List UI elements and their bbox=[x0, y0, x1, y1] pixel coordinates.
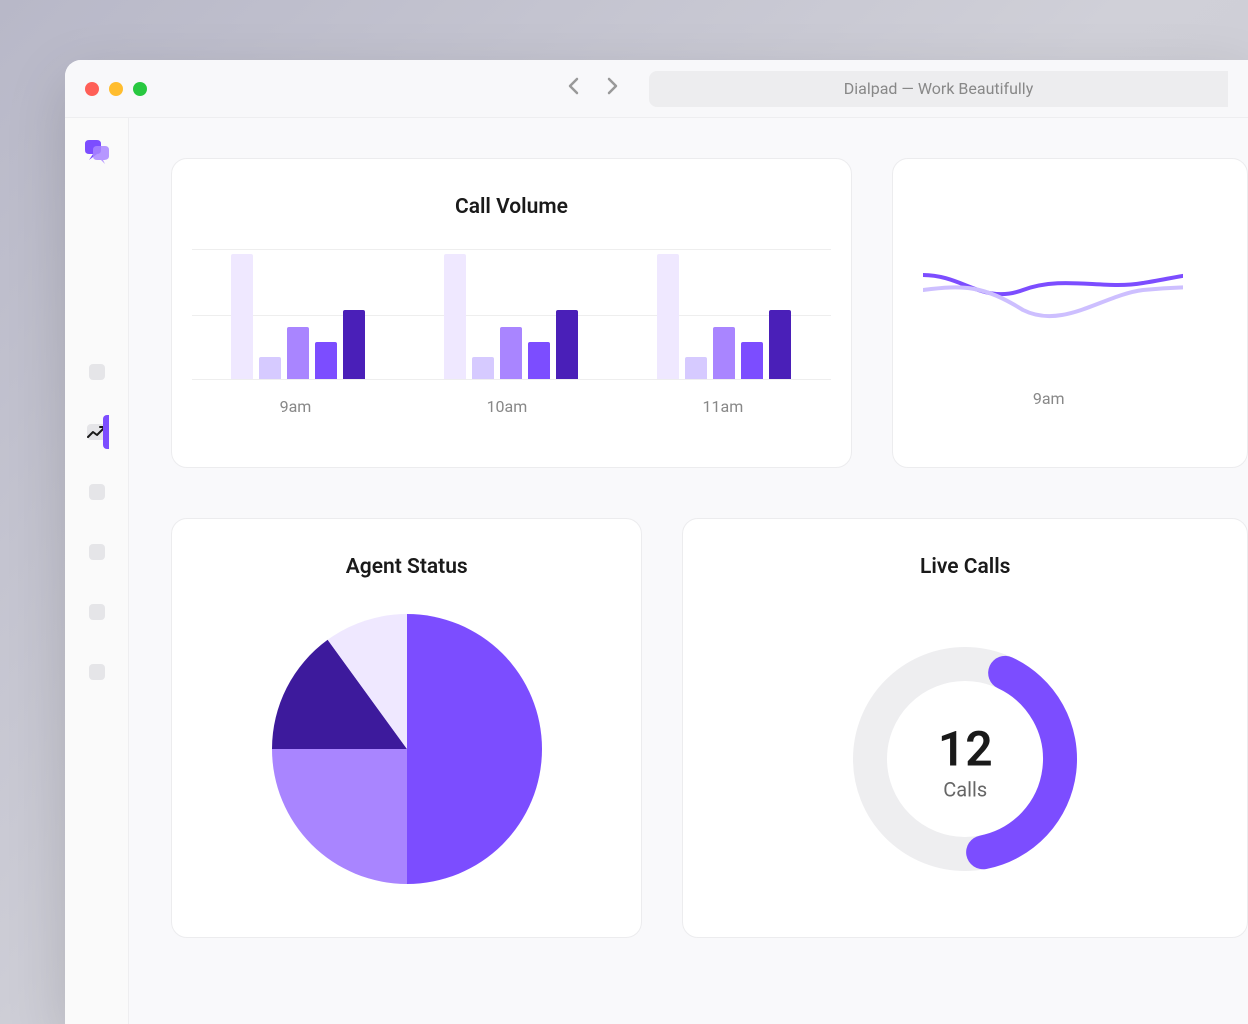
bar-category-label: 9am bbox=[280, 397, 312, 416]
sidebar-item-analytics[interactable] bbox=[87, 424, 107, 440]
agent-status-chart bbox=[182, 609, 631, 889]
sidebar-item-6[interactable] bbox=[89, 664, 105, 680]
bar bbox=[713, 327, 735, 380]
bar-category-label: 10am bbox=[487, 397, 528, 416]
chevron-left-icon bbox=[567, 77, 579, 95]
call-volume-title: Call Volume bbox=[182, 195, 841, 219]
live-calls-card: Live Calls 12 Calls bbox=[682, 518, 1248, 938]
line-chart bbox=[923, 235, 1183, 355]
agent-status-title: Agent Status bbox=[182, 555, 631, 579]
bar bbox=[500, 327, 522, 380]
app-logo[interactable] bbox=[83, 136, 111, 164]
bar bbox=[287, 327, 309, 380]
tab-title: Dialpad — Work Beautifully bbox=[844, 79, 1034, 98]
forward-button[interactable] bbox=[607, 77, 619, 100]
traffic-lights bbox=[85, 82, 147, 96]
bar bbox=[528, 342, 550, 380]
bar bbox=[556, 310, 578, 379]
active-indicator bbox=[103, 415, 109, 449]
minimize-window-button[interactable] bbox=[109, 82, 123, 96]
live-calls-title: Live Calls bbox=[920, 555, 1010, 579]
main-content: Call Volume 9am 10am 11am 9am bbox=[129, 118, 1248, 1024]
donut-arc bbox=[983, 673, 1060, 852]
sidebar-item-3[interactable] bbox=[89, 484, 105, 500]
bar-group bbox=[444, 254, 578, 379]
tab-bar[interactable]: Dialpad — Work Beautifully bbox=[649, 71, 1228, 107]
top-row: Call Volume 9am 10am 11am 9am bbox=[171, 158, 1248, 468]
bar bbox=[685, 357, 707, 380]
live-calls-value: 12 bbox=[938, 721, 993, 778]
dialpad-logo-icon bbox=[83, 136, 111, 164]
bar bbox=[741, 342, 763, 380]
close-window-button[interactable] bbox=[85, 82, 99, 96]
app-window: Dialpad — Work Beautifully bbox=[65, 60, 1248, 1024]
bar bbox=[315, 342, 337, 380]
line-chart-label: 9am bbox=[923, 389, 1247, 408]
bar bbox=[444, 254, 466, 379]
bar bbox=[231, 254, 253, 379]
bar bbox=[769, 310, 791, 379]
sidebar bbox=[65, 118, 129, 1024]
chevron-right-icon bbox=[607, 77, 619, 95]
bottom-row: Agent Status Live Calls 12 Calls bbox=[171, 468, 1248, 938]
nav-arrows bbox=[567, 77, 619, 100]
pie-slice-busy bbox=[272, 749, 407, 884]
sidebar-item-4[interactable] bbox=[89, 544, 105, 560]
titlebar: Dialpad — Work Beautifully bbox=[65, 60, 1248, 118]
bar bbox=[343, 310, 365, 379]
line-trend-card: 9am bbox=[892, 158, 1248, 468]
bar bbox=[472, 357, 494, 380]
sidebar-nav bbox=[87, 364, 107, 680]
agent-status-card: Agent Status bbox=[171, 518, 642, 938]
sidebar-item-5[interactable] bbox=[89, 604, 105, 620]
call-volume-card: Call Volume 9am 10am 11am bbox=[171, 158, 852, 468]
pie-slice-available bbox=[407, 614, 542, 884]
sidebar-item-1[interactable] bbox=[89, 364, 105, 380]
maximize-window-button[interactable] bbox=[133, 82, 147, 96]
live-calls-chart: 12 Calls bbox=[845, 639, 1085, 883]
call-volume-chart: 9am 10am 11am bbox=[182, 249, 841, 416]
bar-category-label: 11am bbox=[703, 397, 744, 416]
bar-group bbox=[231, 254, 365, 379]
live-calls-label: Calls bbox=[938, 778, 993, 802]
bar bbox=[657, 254, 679, 379]
donut-center: 12 Calls bbox=[938, 721, 993, 802]
back-button[interactable] bbox=[567, 77, 579, 100]
content-area: Call Volume 9am 10am 11am 9am bbox=[65, 118, 1248, 1024]
bar-group bbox=[657, 254, 791, 379]
bar bbox=[259, 357, 281, 380]
